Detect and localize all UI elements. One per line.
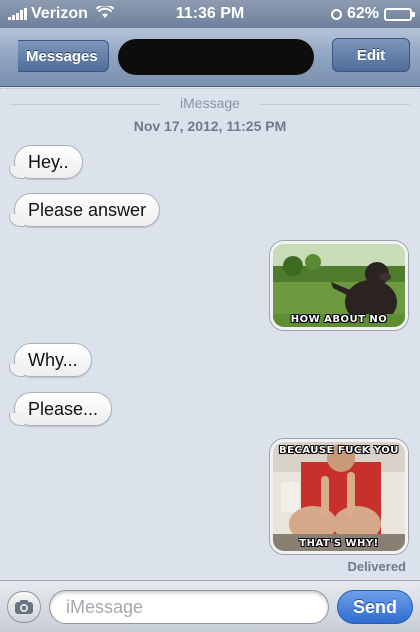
back-button-label: Messages	[26, 47, 98, 65]
camera-button[interactable]	[7, 591, 41, 623]
edit-button-label: Edit	[356, 46, 386, 64]
compose-bar: Send	[0, 580, 420, 632]
battery-icon	[384, 7, 415, 21]
edit-button[interactable]: Edit	[332, 38, 410, 72]
conversation-area[interactable]: iMessage Nov 17, 2012, 11:25 PM Hey.. Pl…	[0, 87, 420, 580]
battery-group: 62%	[330, 5, 415, 23]
message-text: Hey..	[28, 151, 69, 172]
received-message-bubble[interactable]: Hey..	[9, 145, 83, 179]
message-text: Please answer	[28, 199, 147, 220]
send-button[interactable]: Send	[337, 590, 413, 624]
battery-percent: 62%	[346, 5, 379, 22]
conversation-timestamp: Nov 17, 2012, 11:25 PM	[133, 118, 287, 134]
service-label: iMessage	[0, 95, 420, 111]
received-message-bubble[interactable]: Please...	[8, 392, 113, 426]
alarm-clock-icon	[330, 8, 342, 20]
message-text: Why...	[28, 349, 78, 370]
messages-back-button[interactable]: Messages	[18, 40, 109, 72]
status-bar: Verizon 11:36 PM 62%	[0, 0, 420, 28]
sent-image-bubble[interactable]: HOW ABOUT NO	[270, 241, 408, 330]
message-text: Please...	[28, 398, 99, 419]
camera-icon	[15, 600, 33, 614]
message-input[interactable]	[49, 590, 329, 624]
sent-image-bubble[interactable]: BECAUSE FUCK YOU THAT'S WHY!	[270, 439, 408, 554]
received-message-bubble[interactable]: Why...	[9, 343, 92, 377]
delivery-status: Delivered	[347, 559, 406, 574]
contact-title-redacted	[118, 39, 314, 75]
image-caption-bottom: HOW ABOUT NO	[290, 314, 388, 325]
received-message-bubble[interactable]: Please answer	[8, 193, 161, 227]
gesture-meme-image	[273, 442, 405, 551]
navigation-bar: Messages Edit	[0, 28, 420, 87]
image-caption-bottom: THAT'S WHY!	[299, 538, 379, 549]
send-button-label: Send	[352, 596, 397, 617]
divider	[0, 88, 420, 89]
image-caption-top: BECAUSE FUCK YOU	[279, 445, 399, 456]
